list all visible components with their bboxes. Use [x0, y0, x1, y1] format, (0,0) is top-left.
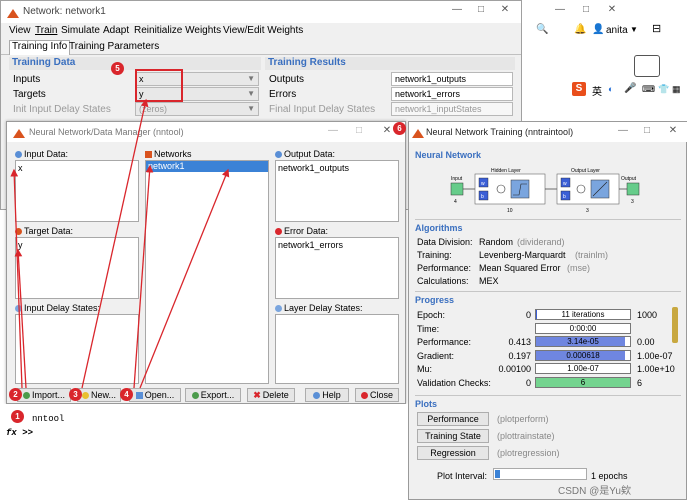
annotation-badge: 3 — [69, 388, 82, 401]
annotation-overlay — [10, 98, 230, 389]
annotation-badge: 4 — [120, 388, 133, 401]
annotation-arrow — [81, 98, 149, 389]
annotation-arrow — [10, 168, 23, 389]
annotation-badge: 2 — [9, 388, 22, 401]
annotation-badge: 1 — [11, 410, 24, 423]
annotation-badge: 6 — [393, 122, 406, 135]
annotation-arrow — [139, 168, 230, 389]
annotation-arrow — [133, 164, 154, 389]
annotation-badge: 5 — [111, 62, 124, 75]
